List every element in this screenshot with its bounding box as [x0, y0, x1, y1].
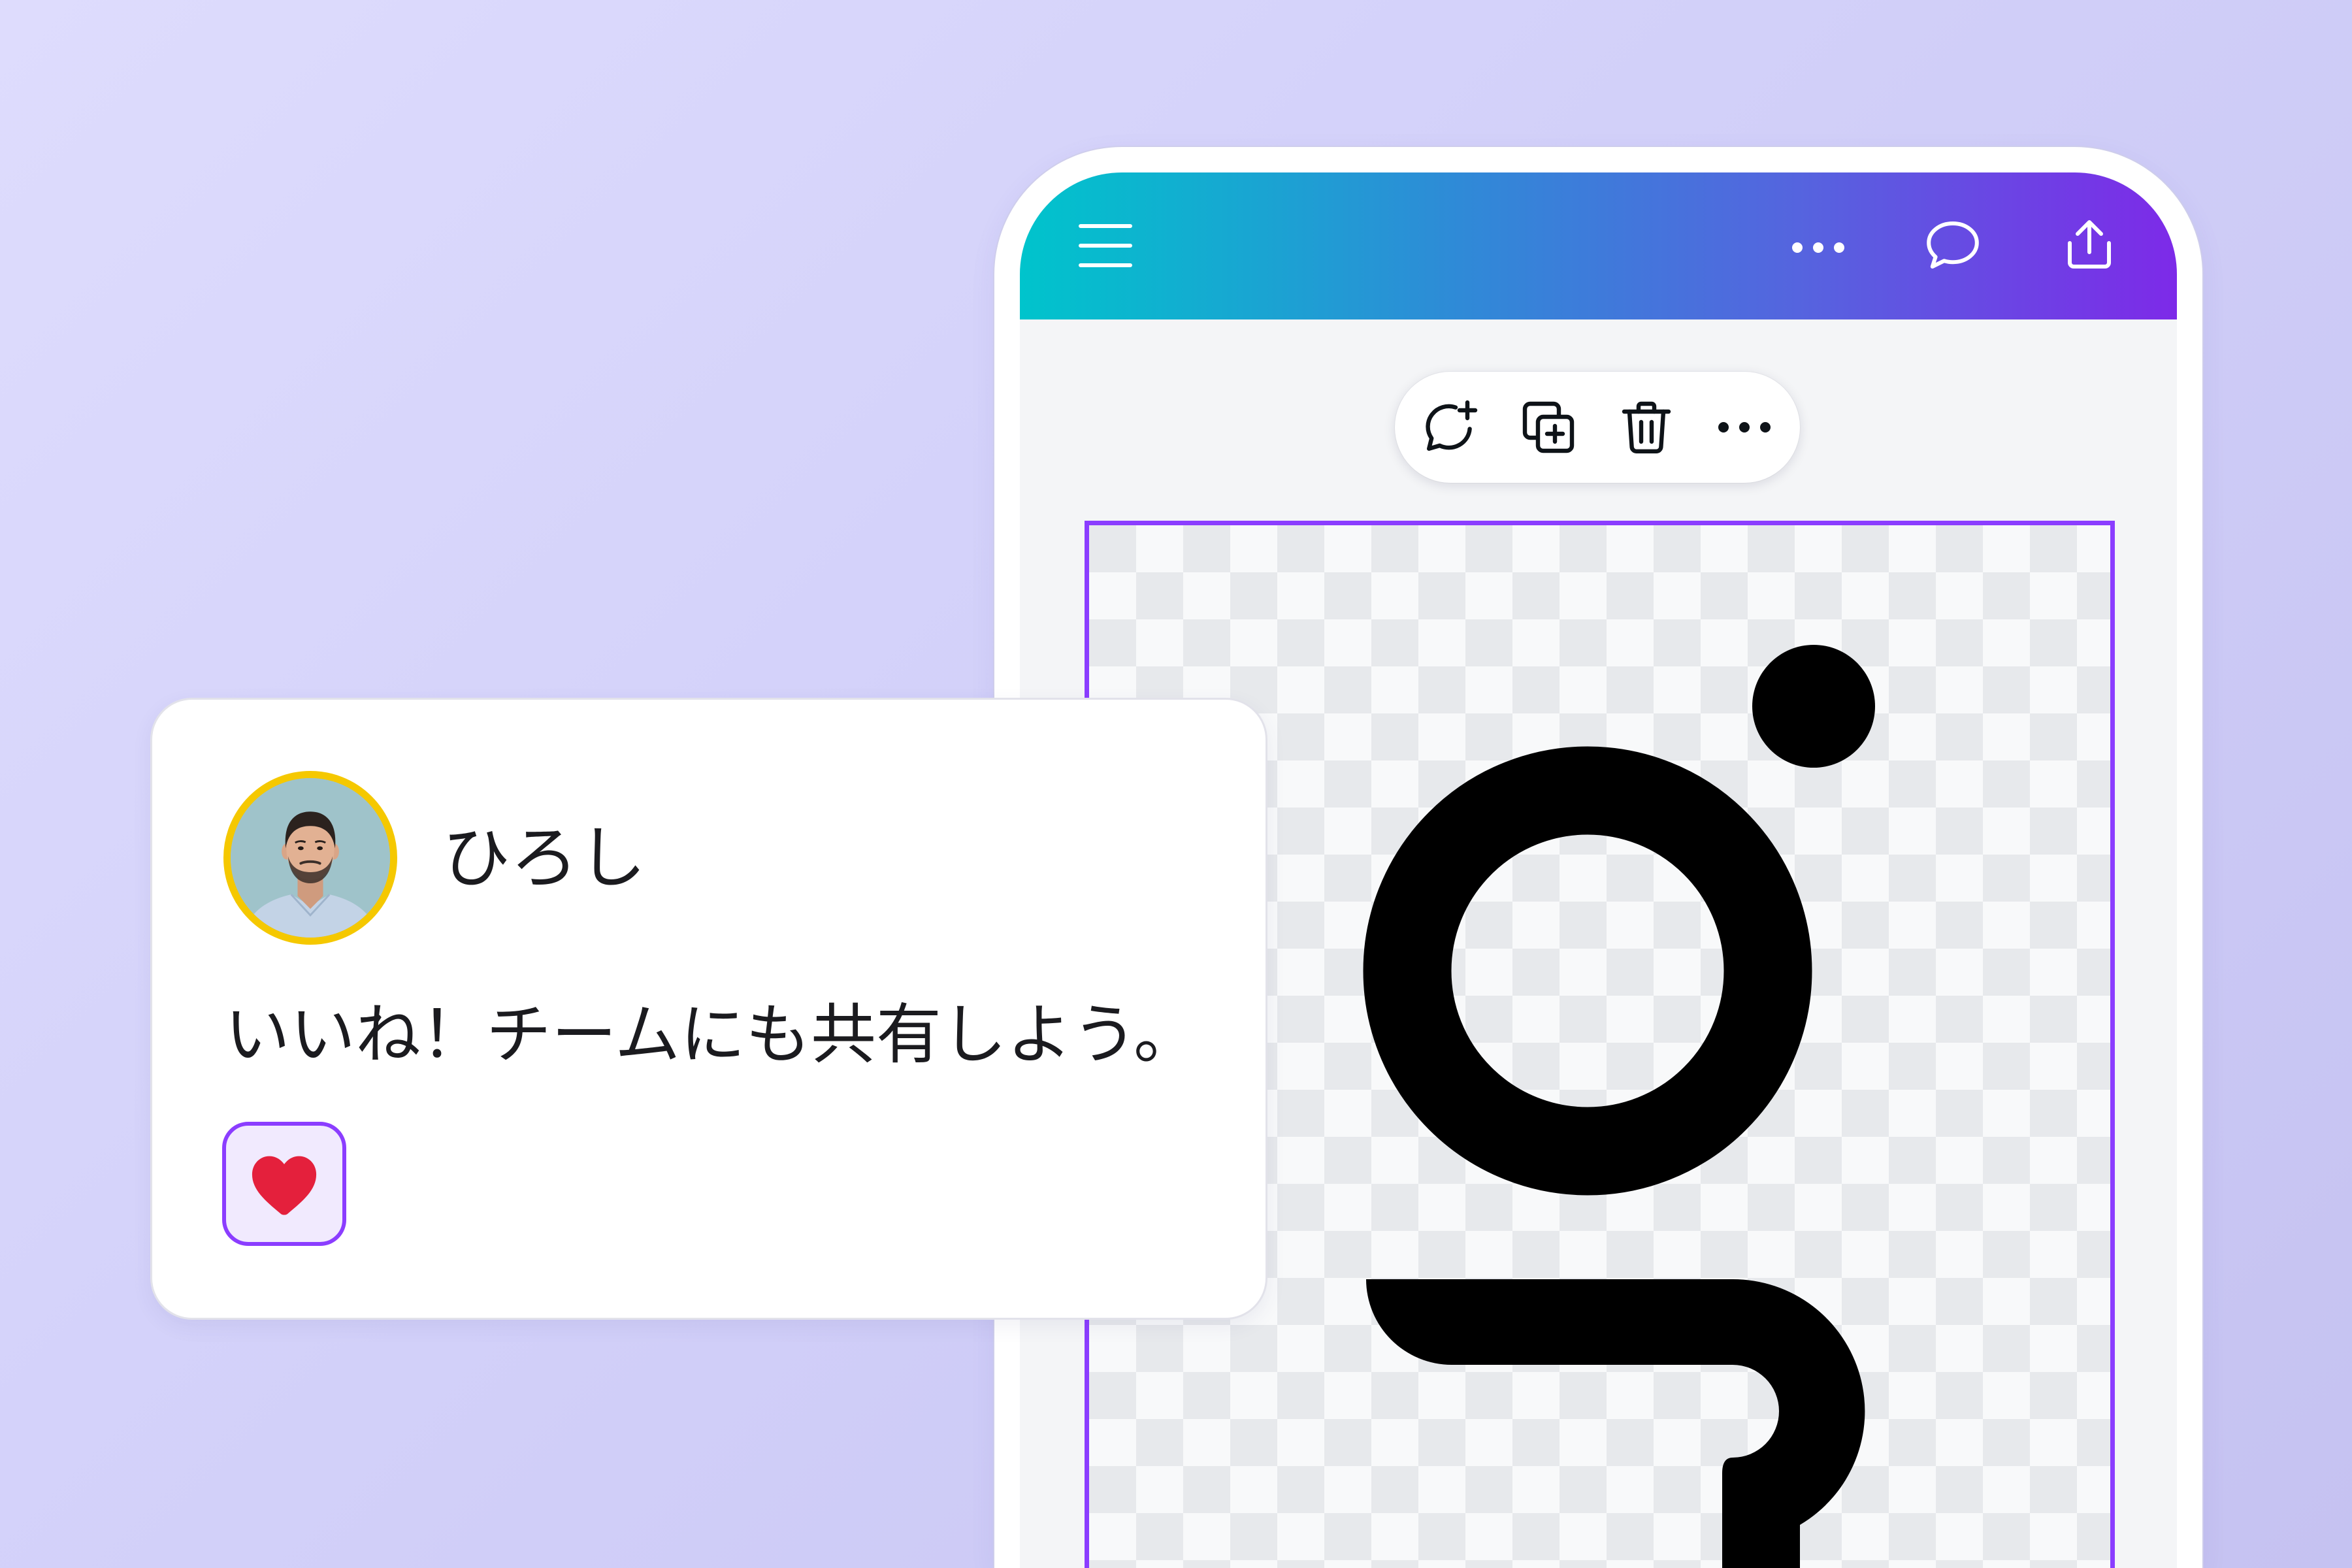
duplicate-icon[interactable] [1517, 396, 1580, 459]
share-icon-graphic [2068, 220, 2111, 269]
app-illustration: ひろし いいね！チームにも共有しよう。 [0, 0, 2352, 1568]
editor-header [1020, 172, 2177, 319]
heart-reaction-button[interactable] [222, 1122, 346, 1246]
add-comment-icon[interactable] [1419, 396, 1482, 459]
share-icon[interactable] [2058, 213, 2121, 276]
more-horizontal-icon-graphic [1718, 422, 1771, 433]
hamburger-menu-icon-graphic [1079, 224, 1132, 267]
delete-trash-icon[interactable] [1615, 396, 1678, 459]
more-horizontal-icon[interactable] [1787, 216, 1850, 279]
graphic-ring [1363, 746, 1812, 1196]
heart-icon [252, 1156, 317, 1215]
hamburger-menu-icon[interactable] [1074, 214, 1137, 277]
graphic-dot [1752, 645, 1875, 768]
toolbar-more-horizontal-icon[interactable] [1713, 396, 1776, 459]
element-toolbar [1395, 372, 1800, 483]
comment-message: いいね！チームにも共有しよう。 [225, 996, 1199, 1073]
avatar [223, 771, 397, 945]
more-horizontal-icon-graphic [1792, 242, 1844, 253]
comment-card: ひろし いいね！チームにも共有しよう。 [150, 698, 1267, 1320]
add-comment-icon-graphic [1426, 400, 1478, 451]
comment-author-name: ひろし [442, 818, 647, 898]
comment-icon-graphic [1927, 221, 1979, 269]
duplicate-icon-graphic [1522, 401, 1575, 453]
delete-trash-icon-graphic [1622, 401, 1671, 454]
comment-icon[interactable] [1921, 214, 1984, 277]
graphic-hook [1366, 1279, 1865, 1568]
avatar-photo [231, 778, 390, 938]
